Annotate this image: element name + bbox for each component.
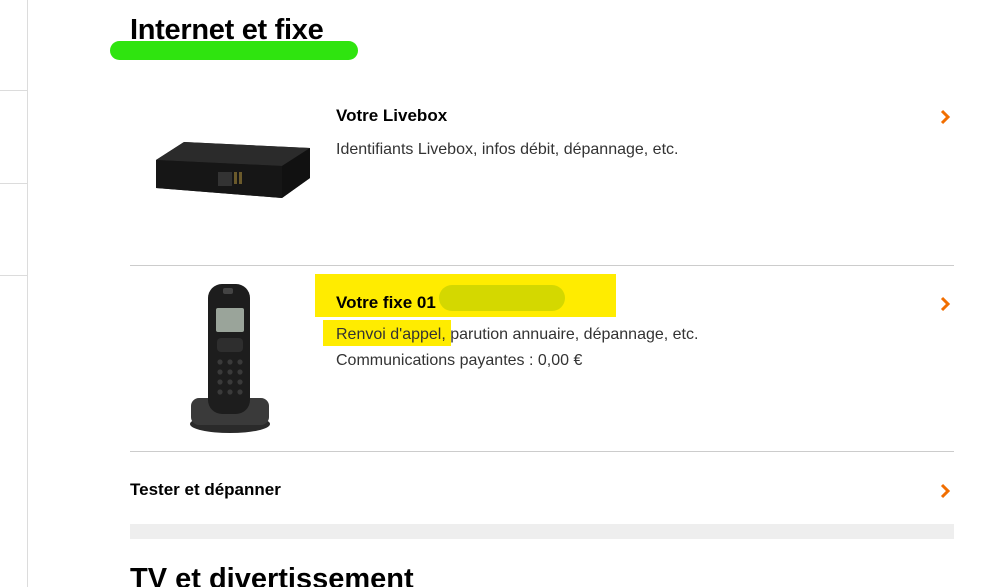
redaction-mark xyxy=(439,285,565,311)
chevron-right-icon xyxy=(940,296,951,312)
cordless-phone-image xyxy=(190,284,270,433)
section-divider-bar xyxy=(130,524,954,539)
list-item-livebox[interactable]: Votre Livebox Identifiants Livebox, info… xyxy=(130,90,954,266)
chevron-right-icon xyxy=(940,109,951,125)
sidebar-divider xyxy=(0,90,27,91)
call-forwarding-text: Renvoi d'appel, xyxy=(336,326,446,343)
livebox-description: Identifiants Livebox, infos débit, dépan… xyxy=(336,141,679,158)
page: Internet et fixe Votre Livebox Identifia… xyxy=(0,0,999,587)
fixe-communications: Communications payantes : 0,00 € xyxy=(336,352,583,369)
livebox-title: Votre Livebox xyxy=(336,106,448,125)
next-section-title: TV et divertissement xyxy=(130,563,414,587)
section-title: Internet et fixe xyxy=(130,14,324,46)
chevron-right-icon xyxy=(940,483,951,499)
tester-depanner-title: Tester et dépanner xyxy=(130,480,281,499)
fixe-title: Votre fixe 01 xyxy=(336,293,436,312)
livebox-image xyxy=(156,142,310,198)
sidebar-divider xyxy=(0,275,27,276)
left-sidebar xyxy=(0,0,28,587)
fixe-description: Renvoi d'appel, parution annuaire, dépan… xyxy=(336,326,699,343)
list-item-fixe[interactable]: Votre fixe 01 Renvoi d'appel, parution a… xyxy=(130,266,954,452)
sidebar-divider xyxy=(0,183,27,184)
list-item-tester-depanner[interactable]: Tester et dépanner xyxy=(130,452,954,524)
